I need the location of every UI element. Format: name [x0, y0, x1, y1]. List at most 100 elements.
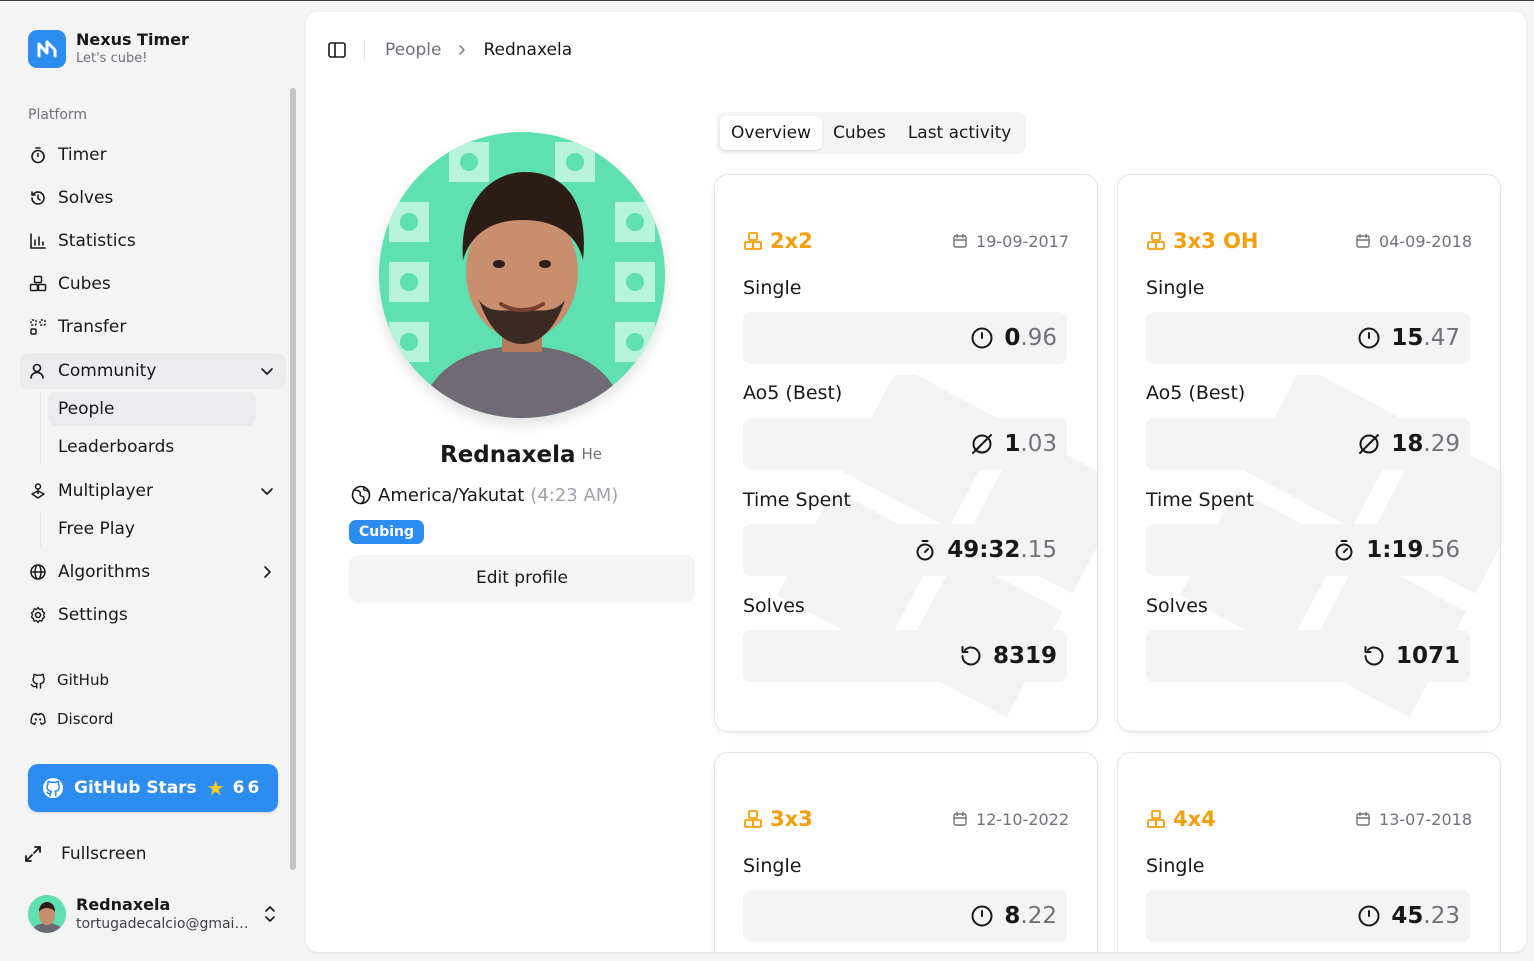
cube-name: 4x4 — [1146, 807, 1216, 831]
cube-name-text: 3x3 OH — [1173, 229, 1259, 253]
ao5-value-box: 18.29 — [1146, 418, 1470, 470]
time-spent-value: 49:32 — [947, 537, 1021, 563]
stopwatch-icon — [1335, 540, 1353, 561]
chevron-right-icon — [264, 566, 271, 578]
brand-name: Nexus Timer — [76, 30, 189, 49]
diameter-icon — [972, 434, 993, 454]
tab-cubes[interactable]: Cubes — [822, 116, 897, 150]
time-spent-label: Time Spent — [1146, 489, 1254, 511]
brand-tagline: Let's cube! — [76, 51, 148, 66]
stopwatch-icon — [28, 145, 48, 165]
single-value-box: 45.23 — [1146, 890, 1470, 942]
timezone-local-time: (4:23 AM) — [530, 484, 619, 506]
sidebar-toggle-icon[interactable] — [326, 39, 348, 61]
star-icon: ★ — [206, 776, 225, 800]
discord-icon — [28, 709, 48, 729]
sidebar-item-label: Multiplayer — [58, 481, 153, 501]
sidebar-item-label: Transfer — [58, 317, 127, 337]
solves-label: Solves — [743, 595, 805, 617]
single-decimal: .22 — [1020, 903, 1057, 929]
sidebar-item-statistics[interactable]: Statistics — [20, 223, 286, 259]
chevron-right-icon — [459, 45, 466, 55]
user-name: Rednaxela — [76, 895, 171, 914]
diameter-icon — [1359, 434, 1380, 454]
calendar-icon — [1356, 233, 1370, 248]
sidebar-item-community[interactable]: Community — [20, 353, 286, 389]
clock-icon — [971, 905, 993, 927]
single-label: Single — [1146, 277, 1205, 299]
cube-date: 13-07-2018 — [1355, 810, 1472, 829]
profile-avatar — [379, 132, 665, 418]
ao5-value: 1 — [1004, 431, 1021, 457]
user-menu[interactable]: Rednaxela tortugadecalcio@gmail... — [28, 893, 280, 935]
github-stars-label: GitHub Stars — [74, 778, 197, 798]
cube-name-text: 4x4 — [1173, 807, 1216, 831]
calendar-icon — [953, 233, 967, 248]
timezone-name: America/Yakutat — [378, 484, 525, 506]
fullscreen-button[interactable]: Fullscreen — [22, 843, 147, 865]
discord-link[interactable]: Discord — [28, 708, 113, 730]
cube-card-4x4: 4x4 13-07-2018 Single 45.23 — [1117, 752, 1501, 952]
rotate-ccw-icon — [961, 646, 981, 666]
fullscreen-label: Fullscreen — [61, 844, 147, 864]
ao5-decimal: .03 — [1020, 431, 1057, 457]
single-label: Single — [743, 855, 802, 877]
sidebar-item-label: Statistics — [58, 231, 136, 251]
cube-date-text: 04-09-2018 — [1379, 231, 1472, 251]
time-spent-decimal: .56 — [1423, 537, 1460, 563]
sidebar-subitem-leaderboards[interactable]: Leaderboards — [48, 430, 256, 464]
avatar — [28, 895, 66, 933]
cube-name-text: 2x2 — [770, 229, 813, 253]
single-decimal: .96 — [1020, 325, 1057, 351]
time-spent-decimal: .15 — [1020, 537, 1057, 563]
sidebar: Nexus Timer Let's cube! Platform Timer S… — [0, 0, 298, 961]
tab-last-activity[interactable]: Last activity — [897, 116, 1022, 150]
sidebar-subitem-people[interactable]: People — [48, 392, 256, 426]
globe-icon — [351, 485, 371, 505]
tab-overview[interactable]: Overview — [720, 116, 823, 150]
calendar-icon — [1356, 811, 1370, 826]
solves-label: Solves — [1146, 595, 1208, 617]
github-stars-count: 66 — [232, 778, 263, 798]
atom-icon — [28, 562, 48, 582]
single-value-box: 8.22 — [743, 890, 1067, 942]
sidebar-subitem-free-play[interactable]: Free Play — [48, 512, 256, 546]
profile-timezone: America/Yakutat (4:23 AM) — [350, 484, 618, 506]
profile-name: Rednaxela He — [306, 442, 736, 468]
time-spent-label: Time Spent — [743, 489, 851, 511]
cube-date-text: 13-07-2018 — [1379, 809, 1472, 829]
cube-date-text: 12-10-2022 — [976, 809, 1069, 829]
sidebar-item-algorithms[interactable]: Algorithms — [20, 554, 286, 590]
solves-value-box: 1071 — [1146, 630, 1470, 682]
breadcrumb-people[interactable]: People — [385, 40, 441, 60]
single-decimal: .47 — [1423, 325, 1460, 351]
sidebar-item-solves[interactable]: Solves — [20, 180, 286, 216]
sidebar-scrollbar[interactable] — [290, 88, 296, 870]
sidebar-item-settings[interactable]: Settings — [20, 597, 286, 633]
community-subnav-line — [40, 392, 41, 464]
cube-card-3x3-oh: 3x3 OH 04-09-2018 Single 15.47 Ao5 (Best… — [1117, 174, 1501, 732]
github-stars-button[interactable]: GitHub Stars ★ 66 — [28, 764, 278, 812]
sidebar-item-transfer[interactable]: Transfer — [20, 309, 286, 345]
brand[interactable]: Nexus Timer Let's cube! — [28, 30, 189, 68]
platform-section-label: Platform — [28, 107, 88, 123]
sidebar-item-timer[interactable]: Timer — [20, 137, 286, 173]
ao5-value-box: 1.03 — [743, 418, 1067, 470]
time-spent-value-box: 49:32.15 — [743, 524, 1067, 576]
cube-date-text: 19-09-2017 — [976, 231, 1069, 251]
stopwatch-icon — [916, 540, 934, 561]
single-value: 0 — [1004, 325, 1021, 351]
boxes-icon — [1147, 232, 1165, 250]
cubing-badge: Cubing — [349, 520, 425, 544]
chevron-down-icon — [261, 488, 273, 495]
single-value: 45 — [1391, 903, 1424, 929]
cube-date: 04-09-2018 — [1355, 232, 1472, 251]
sidebar-item-cubes[interactable]: Cubes — [20, 266, 286, 302]
calendar-icon — [953, 811, 967, 826]
github-link-label: GitHub — [57, 671, 109, 689]
cube-name: 3x3 — [743, 807, 813, 831]
edit-profile-button[interactable]: Edit profile — [349, 555, 695, 601]
github-link[interactable]: GitHub — [28, 669, 109, 691]
sidebar-item-multiplayer[interactable]: Multiplayer — [20, 473, 286, 509]
cube-date: 19-09-2017 — [952, 232, 1069, 251]
